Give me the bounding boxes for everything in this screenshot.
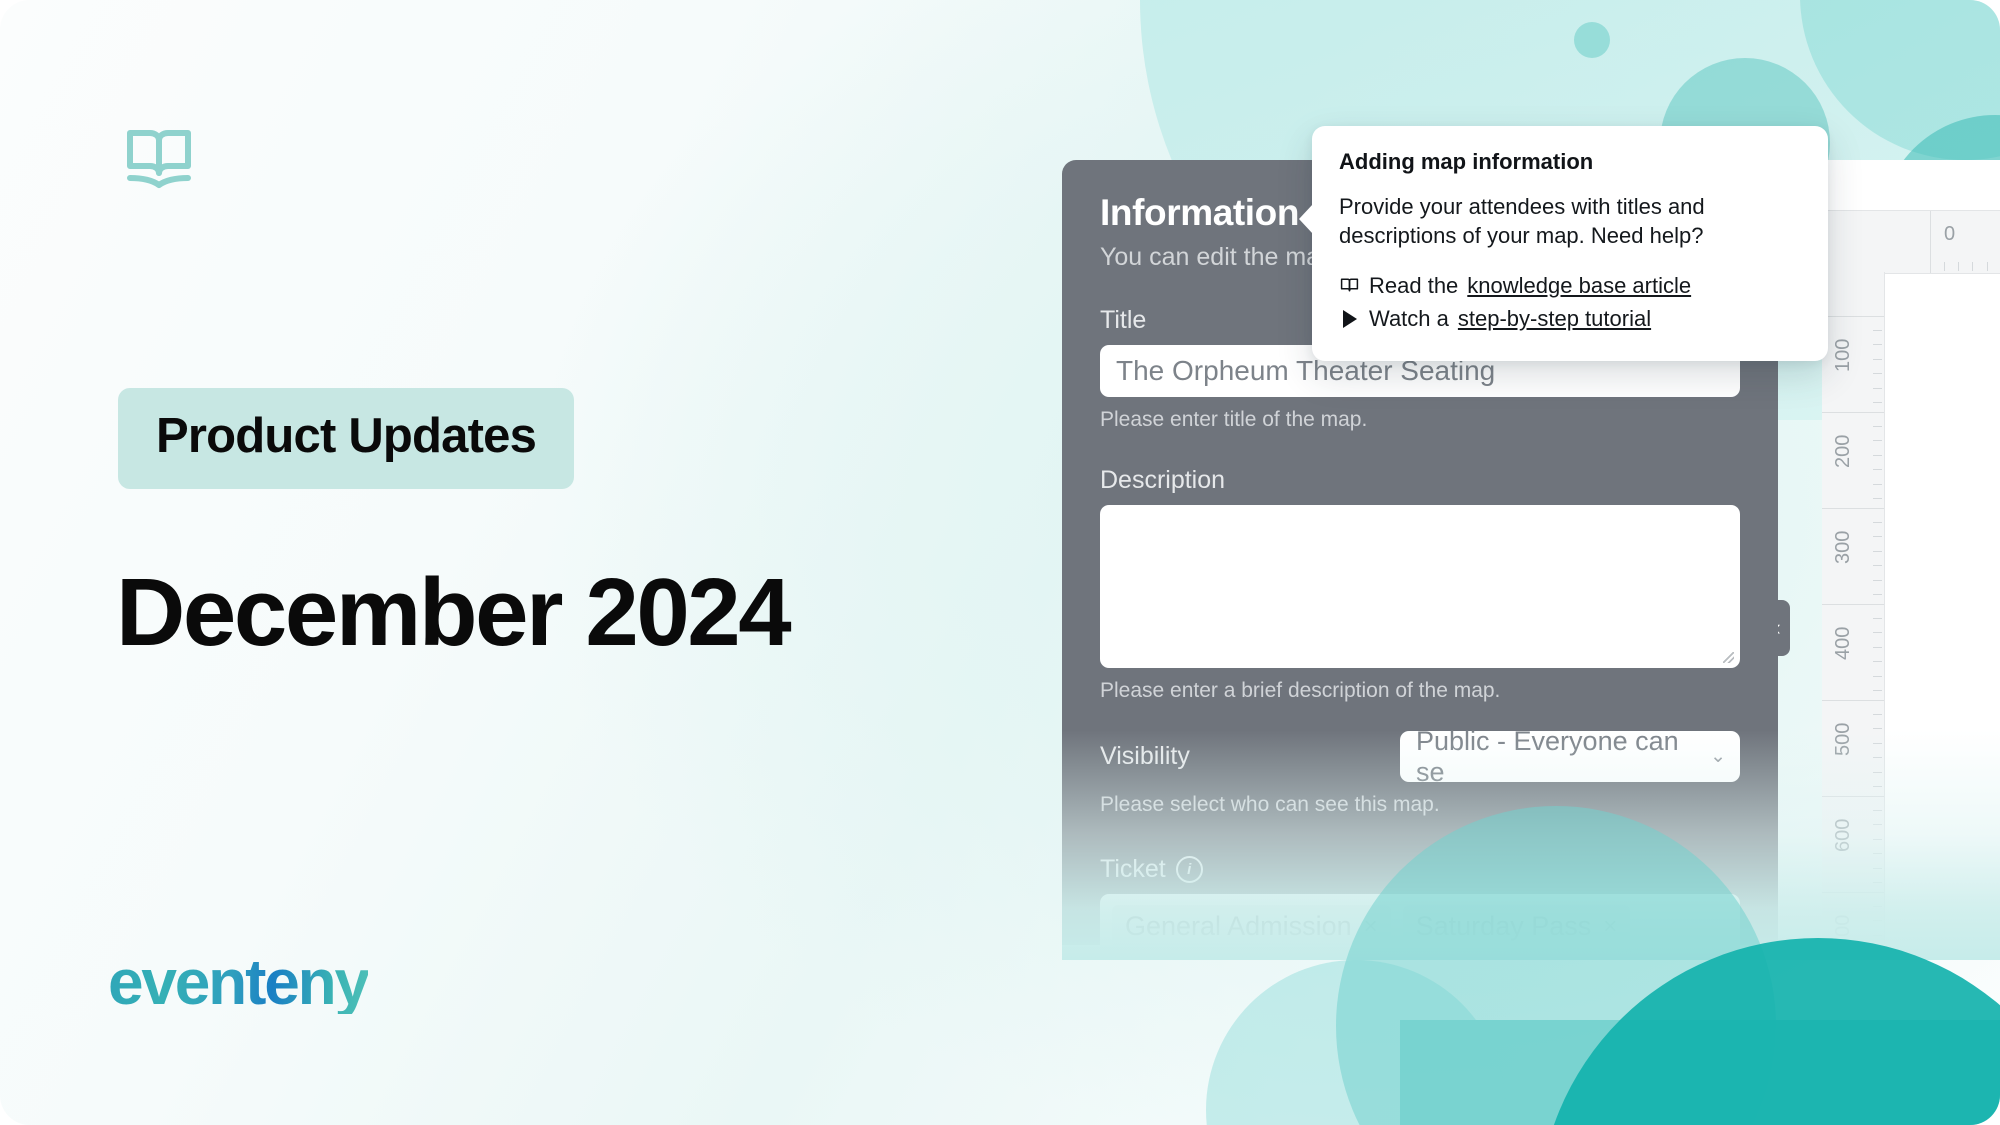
step-by-step-tutorial-link[interactable]: step-by-step tutorial xyxy=(1458,302,1651,335)
ruler-v-label: 200 xyxy=(1832,434,1854,468)
ticket-chip[interactable]: General Admission × xyxy=(1112,905,1391,945)
popover-title: Adding map information xyxy=(1339,149,1594,174)
popover-body: Provide your attendees with titles and d… xyxy=(1339,194,1705,248)
help-popover: Adding map information Provide your atte… xyxy=(1299,126,1828,362)
visibility-field-hint: Please select who can see this map. xyxy=(1100,793,1440,816)
chevron-down-icon: ⌄ xyxy=(1710,746,1726,767)
ticket-chip-label: General Admission xyxy=(1125,911,1352,941)
knowledge-base-article-link[interactable]: knowledge base article xyxy=(1467,269,1691,302)
description-field-label: Description xyxy=(1100,466,1226,494)
horizontal-ruler: 0 100 xyxy=(1822,210,2000,274)
page-title: December 2024 xyxy=(116,559,792,666)
popover-link-prefix: Watch a xyxy=(1369,306,1449,332)
play-icon xyxy=(1339,309,1360,328)
ruler-v-label: 400 xyxy=(1832,626,1854,660)
ruler-v-label: 600 xyxy=(1832,818,1854,852)
ruler-v-label: 100 xyxy=(1832,338,1854,372)
eventeny-logo: eventeny xyxy=(108,946,370,1018)
visibility-select[interactable]: Public - Everyone can se ⌄ xyxy=(1400,726,1740,787)
panel-title-text: Information xyxy=(1100,192,1300,233)
ruler-v-label: 500 xyxy=(1832,722,1854,756)
popover-link-row-article: Read the knowledge base article xyxy=(1339,269,1801,302)
description-textarea[interactable] xyxy=(1100,505,1740,668)
vertical-ruler: 100 200 300 400 500 600 700 xyxy=(1822,272,1885,950)
ticket-field-label: Ticket xyxy=(1100,855,1166,883)
popover-link-row-tutorial: Watch a step-by-step tutorial xyxy=(1339,302,1801,335)
seat-map-canvas[interactable]: 0 100 100 xyxy=(1822,160,2000,950)
ruler-v-label: 300 xyxy=(1832,530,1854,564)
ruler-h-label: 0 xyxy=(1944,223,1956,245)
title-field-hint: Please enter title of the map. xyxy=(1100,408,1368,431)
info-icon[interactable]: i xyxy=(1175,856,1203,883)
visibility-select-value: Public - Everyone can se xyxy=(1416,725,1679,787)
popover-arrow xyxy=(1299,204,1313,234)
product-updates-badge: Product Updates xyxy=(118,388,575,489)
slide-canvas: Product Updates December 2024 eventeny 0… xyxy=(0,0,2000,1125)
book-icon xyxy=(1339,277,1360,294)
visibility-field-label: Visibility xyxy=(1100,742,1190,770)
decorative-circle-small xyxy=(1574,22,1610,58)
open-book-icon xyxy=(124,127,194,194)
description-field-hint: Please enter a brief description of the … xyxy=(1100,679,1501,702)
resize-handle-icon[interactable] xyxy=(1723,652,1734,663)
popover-links: Read the knowledge base article Watch a … xyxy=(1339,269,1801,335)
popover-link-prefix: Read the xyxy=(1369,273,1459,299)
visibility-row: Visibility Public - Everyone can se ⌄ xyxy=(1100,726,1740,787)
